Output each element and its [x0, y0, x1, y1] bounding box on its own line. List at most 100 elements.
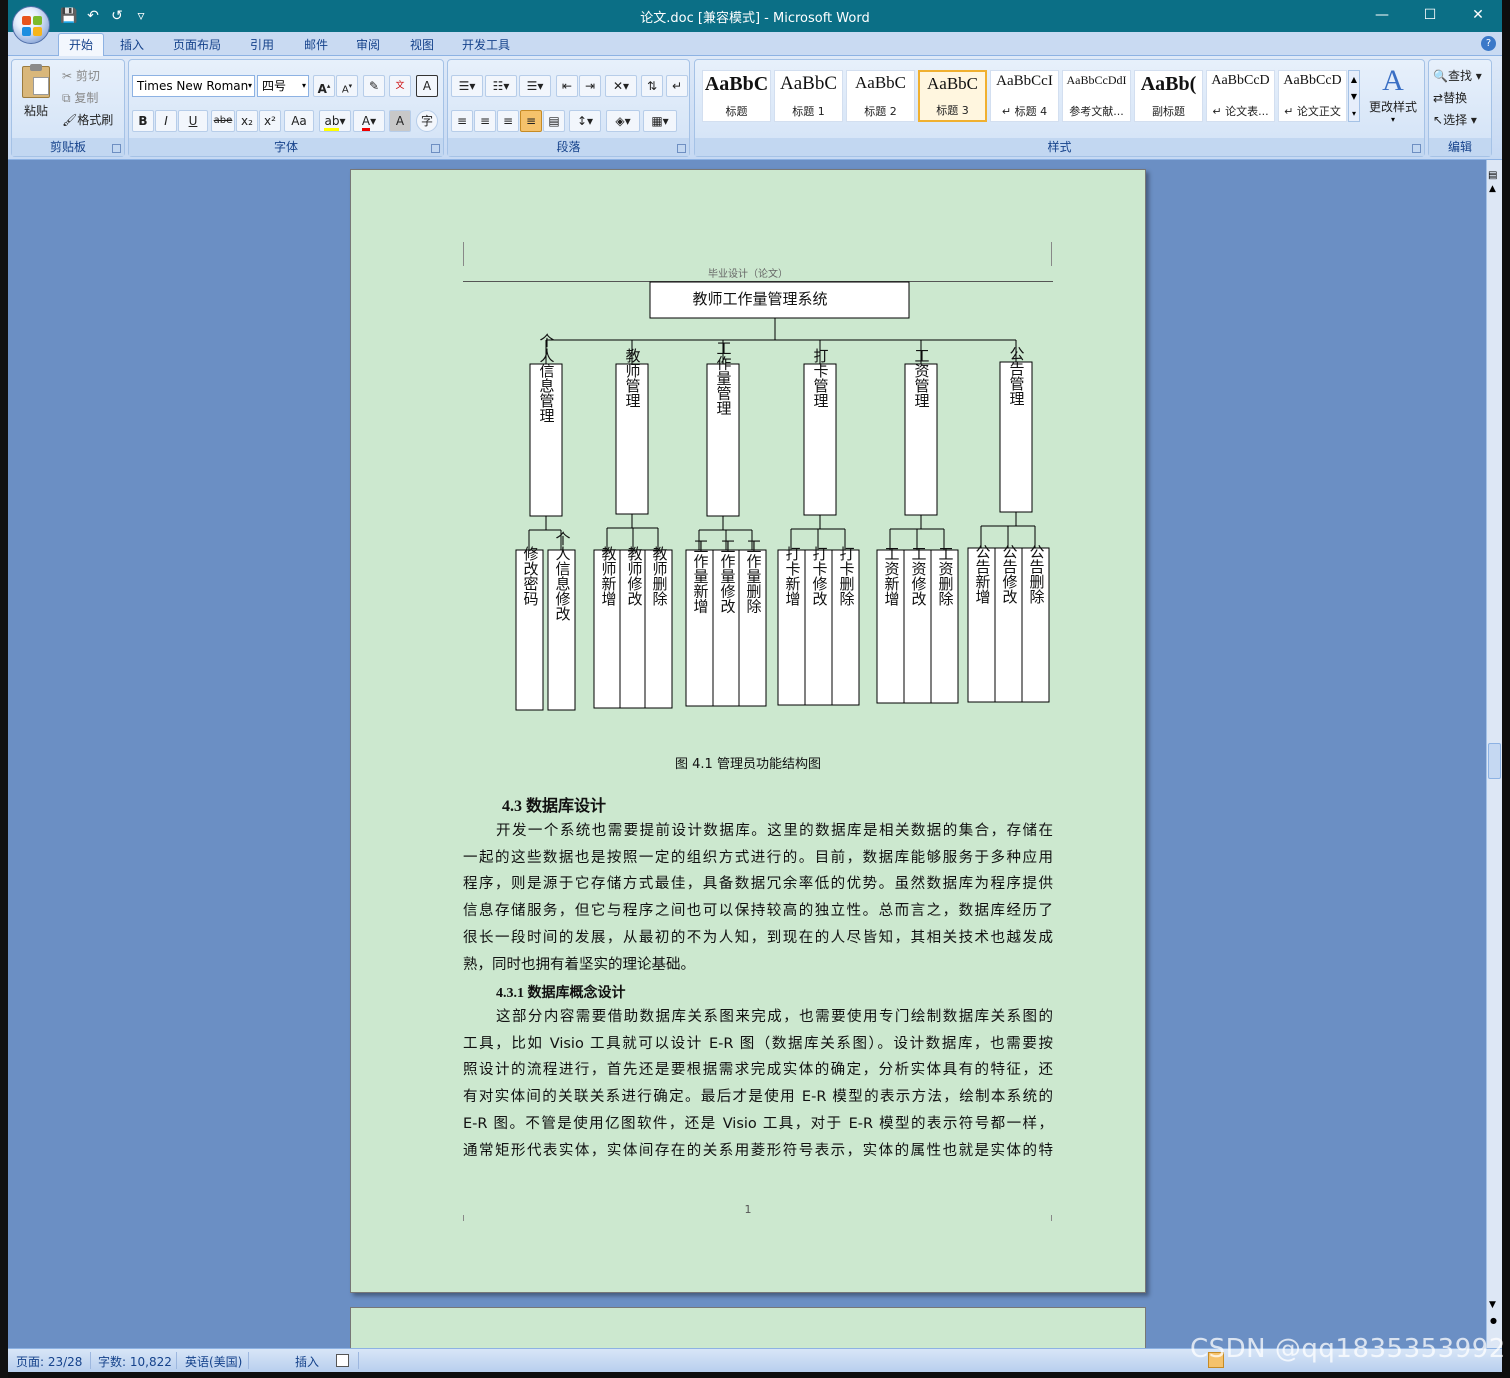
style-item[interactable]: AaBbCcDdI 参考文献... — [1062, 70, 1131, 122]
tab-insert[interactable]: 插入 — [120, 36, 144, 53]
replace-button[interactable]: ⇄替换 — [1433, 89, 1467, 106]
strikethrough-button[interactable]: abe — [211, 110, 235, 132]
char-shading-icon[interactable]: A — [389, 110, 411, 132]
leaf-label: 公告新增 — [974, 544, 992, 604]
styles-scroll-icon[interactable]: ▲ ▼ ▾ — [1348, 70, 1360, 122]
sort-icon[interactable]: ⇅ — [641, 75, 663, 97]
distributed-icon[interactable]: ▤ — [543, 110, 565, 132]
font-launcher-icon[interactable] — [431, 144, 440, 153]
style-item[interactable]: AaBbCcD ↵ 论文表... — [1206, 70, 1275, 122]
style-item[interactable]: AaBbCcD ↵ 论文正文 — [1278, 70, 1347, 122]
shading-icon[interactable]: ◈▾ — [606, 110, 640, 132]
style-sample: AaBbCcD — [1283, 73, 1342, 88]
tab-view[interactable]: 视图 — [410, 36, 434, 53]
align-right-icon[interactable]: ≡ — [497, 110, 519, 132]
scroll-down-icon[interactable]: ▼ — [1489, 1300, 1496, 1310]
paragraph-group: ☰▾ ☷▾ ☰▾ ⇤ ⇥ ✕▾ ⇅ ↵ ≡ ≡ ≡ ≡ ▤ ↕▾ ◈▾ ▦▾ 段… — [447, 59, 690, 157]
desktop-edge — [0, 0, 8, 1378]
vertical-scrollbar[interactable]: ▤ ▲ ▼ ● — [1486, 160, 1502, 1348]
change-styles-button[interactable]: A 更改样式 ▾ — [1367, 64, 1419, 124]
paste-icon[interactable] — [22, 64, 50, 98]
subscript-button[interactable]: x₂ — [236, 110, 258, 132]
scroll-thumb[interactable] — [1488, 743, 1501, 779]
change-case-button[interactable]: Aa — [284, 110, 314, 132]
browse-object-icon[interactable]: ● — [1490, 1316, 1497, 1325]
font-name-combo[interactable]: Times New Roman ▾ — [132, 75, 255, 97]
style-item[interactable]: AaBbC 标题 1 — [774, 70, 843, 122]
style-item[interactable]: AaBb(副标题 — [1134, 70, 1203, 122]
char-border-icon[interactable]: A — [416, 75, 438, 97]
scroll-up-icon[interactable]: ▲ — [1489, 184, 1496, 194]
numbering-icon[interactable]: ☷▾ — [485, 75, 517, 97]
increase-indent-icon[interactable]: ⇥ — [579, 75, 601, 97]
show-marks-icon[interactable]: ↵ — [666, 75, 688, 97]
text-line: 通常矩形代表实体，实体间存在的关系用菱形符号表示，实体的属性也就是实体的特 — [463, 1142, 1053, 1159]
leaf-label: 打卡修改 — [811, 546, 829, 606]
window-title: 论文.doc [兼容模式] - Microsoft Word — [640, 11, 870, 26]
enclose-char-icon[interactable]: 字 — [416, 110, 438, 132]
macro-record-icon[interactable] — [336, 1354, 349, 1367]
superscript-button[interactable]: x² — [259, 110, 281, 132]
decrease-indent-icon[interactable]: ⇤ — [556, 75, 578, 97]
document-area[interactable]: 毕业设计（论文） 教师工作量管理系统 个人信息管理 修改密码 个人信息修改 教师管理 教师… — [8, 160, 1486, 1348]
underline-button[interactable]: U — [178, 110, 208, 132]
clear-format-icon[interactable]: ✎ — [363, 75, 385, 97]
highlight-icon[interactable]: ab▾ — [319, 110, 351, 132]
find-button[interactable]: 🔍查找 ▾ — [1433, 67, 1482, 84]
close-icon[interactable]: ✕ — [1454, 0, 1502, 30]
tab-review[interactable]: 审阅 — [356, 36, 380, 53]
format-painter-button[interactable]: 🖌格式刷 — [62, 111, 113, 128]
align-center-icon[interactable]: ≡ — [474, 110, 496, 132]
org-chart: 教师工作量管理系统个人信息管理修改密码 个人信息修改 教师管理教师新增 教师修改 教师删… — [515, 281, 1050, 711]
clipboard-launcher-icon[interactable] — [112, 144, 121, 153]
cut-button[interactable]: ✂ 剪切 — [62, 67, 100, 84]
document-page[interactable]: 毕业设计（论文） 教师工作量管理系统 个人信息管理 修改密码 个人信息修改 教师管理 教师… — [350, 169, 1146, 1293]
text-direction-icon[interactable]: ✕▾ — [605, 75, 637, 97]
style-sample: AaBbCcDdI — [1066, 73, 1127, 87]
bold-button[interactable]: B — [132, 110, 154, 132]
paragraph-launcher-icon[interactable] — [677, 144, 686, 153]
styles-launcher-icon[interactable] — [1412, 144, 1421, 153]
grow-font-icon[interactable]: A▴ — [313, 75, 335, 97]
font-color-icon[interactable]: A▾ — [353, 110, 385, 132]
module-label: 工资管理 — [913, 348, 931, 408]
style-item[interactable]: AaBbC 标题 3 — [918, 70, 987, 122]
style-sample: AaBbCcI — [996, 73, 1053, 89]
line-spacing-icon[interactable]: ↕▾ — [569, 110, 601, 132]
style-name: ↵ 论文表... — [1212, 105, 1269, 118]
tab-mailings[interactable]: 邮件 — [304, 36, 328, 53]
page-count-status[interactable]: 页面: 23/28 — [16, 1353, 82, 1370]
tab-developer[interactable]: 开发工具 — [462, 36, 510, 53]
bullets-icon[interactable]: ☰▾ — [451, 75, 483, 97]
font-size-combo[interactable]: 四号 ▾ — [257, 75, 309, 97]
next-page[interactable] — [350, 1307, 1146, 1348]
help-icon[interactable]: ? — [1481, 36, 1496, 51]
minimize-icon[interactable]: — — [1358, 0, 1406, 30]
justify-icon[interactable]: ≡ — [520, 110, 542, 132]
office-button[interactable] — [12, 6, 50, 44]
tab-home[interactable]: 开始 — [58, 33, 105, 56]
phonetic-guide-icon[interactable]: 文 — [389, 75, 411, 97]
italic-button[interactable]: I — [155, 110, 177, 132]
multilevel-list-icon[interactable]: ☰▾ — [519, 75, 551, 97]
align-left-icon[interactable]: ≡ — [451, 110, 473, 132]
style-item[interactable]: AaBbC 标题 — [702, 70, 771, 122]
tab-references[interactable]: 引用 — [250, 36, 274, 53]
word-count-status[interactable]: 字数: 10,822 — [98, 1353, 172, 1370]
editing-group-label: 编辑 — [1429, 138, 1491, 156]
maximize-icon[interactable]: ☐ — [1406, 0, 1454, 30]
shrink-font-icon[interactable]: A▾ — [336, 75, 358, 97]
style-name: 参考文献... — [1069, 105, 1124, 118]
tab-page-layout[interactable]: 页面布局 — [173, 36, 221, 53]
insert-mode-status[interactable]: 插入 — [295, 1353, 319, 1370]
status-sep — [90, 1352, 91, 1369]
styles-group-label: 样式 — [695, 138, 1424, 156]
style-item[interactable]: AaBbC 标题 2 — [846, 70, 915, 122]
style-item[interactable]: AaBbCcI ↵ 标题 4 — [990, 70, 1059, 122]
borders-icon[interactable]: ▦▾ — [643, 110, 677, 132]
paste-button[interactable]: 粘贴 — [24, 102, 48, 119]
language-status[interactable]: 英语(美国) — [185, 1353, 242, 1370]
ruler-toggle-icon[interactable]: ▤ — [1488, 170, 1497, 181]
select-button[interactable]: ↖选择 ▾ — [1433, 111, 1477, 128]
copy-button[interactable]: ⧉ 复制 — [62, 89, 98, 106]
